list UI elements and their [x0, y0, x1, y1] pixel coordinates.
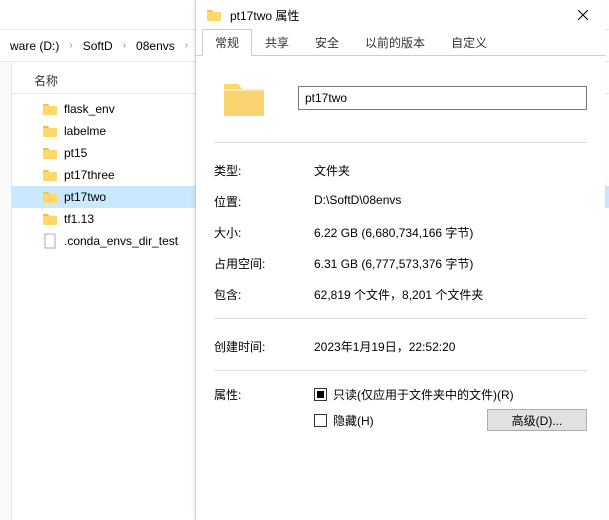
folder-icon [42, 123, 58, 139]
titlebar: pt17two 属性 [196, 0, 605, 30]
divider [214, 318, 587, 319]
properties-dialog: pt17two 属性 常规 共享 安全 以前的版本 自定义 类型:文件夹 位置:… [195, 0, 605, 520]
file-name: pt17two [64, 190, 106, 204]
folder-icon [42, 145, 58, 161]
folder-icon [206, 7, 222, 23]
folder-icon [220, 74, 268, 122]
folder-icon [42, 167, 58, 183]
file-name: labelme [64, 124, 106, 138]
breadcrumb-seg[interactable]: ware (D:) [4, 35, 65, 57]
tabstrip: 常规 共享 安全 以前的版本 自定义 [196, 30, 605, 56]
close-icon [578, 10, 588, 20]
tab-previous-versions[interactable]: 以前的版本 [352, 29, 438, 55]
chevron-right-icon: › [69, 40, 72, 51]
folder-icon [42, 101, 58, 117]
value-created: 2023年1月19日，22:52:20 [314, 338, 587, 355]
value-size: 6.22 GB (6,680,734,166 字节) [314, 224, 587, 241]
tab-content: 类型:文件夹 位置:D:\SoftD\08envs 大小:6.22 GB (6,… [196, 56, 605, 444]
chevron-right-icon: › [185, 40, 188, 51]
tab-security[interactable]: 安全 [302, 29, 352, 55]
label-created: 创建时间: [214, 338, 314, 355]
value-size-on-disk: 6.31 GB (6,777,573,376 字节) [314, 255, 587, 272]
file-name: tf1.13 [64, 212, 94, 226]
folder-icon [42, 211, 58, 227]
folder-name-input[interactable] [298, 86, 587, 110]
divider [214, 142, 587, 143]
file-name: flask_env [64, 102, 115, 116]
readonly-checkbox[interactable] [314, 388, 327, 401]
label-location: 位置: [214, 193, 314, 210]
readonly-label: 只读(仅应用于文件夹中的文件)(R) [333, 386, 514, 403]
tab-customize[interactable]: 自定义 [438, 29, 500, 55]
divider [214, 370, 587, 371]
hidden-checkbox[interactable] [314, 414, 327, 427]
hidden-label: 隐藏(H) [333, 412, 374, 429]
file-icon [42, 233, 58, 249]
label-size-on-disk: 占用空间: [214, 255, 314, 272]
folder-icon [42, 189, 58, 205]
breadcrumb-seg[interactable]: SoftD [77, 35, 119, 57]
breadcrumb-seg[interactable]: 08envs [130, 35, 181, 57]
value-type: 文件夹 [314, 162, 587, 179]
label-attributes: 属性: [214, 386, 314, 403]
nav-pane [0, 62, 12, 520]
label-type: 类型: [214, 162, 314, 179]
label-contains: 包含: [214, 286, 314, 303]
chevron-right-icon: › [123, 40, 126, 51]
dialog-title: pt17two 属性 [230, 7, 560, 24]
file-name: pt15 [64, 146, 87, 160]
value-contains: 62,819 个文件，8,201 个文件夹 [314, 286, 587, 303]
file-name: .conda_envs_dir_test [64, 234, 178, 248]
file-name: pt17three [64, 168, 115, 182]
close-button[interactable] [560, 0, 605, 30]
column-header-label: 名称 [34, 72, 58, 89]
tab-general[interactable]: 常规 [202, 29, 252, 56]
tab-sharing[interactable]: 共享 [252, 29, 302, 55]
advanced-button[interactable]: 高级(D)... [487, 409, 587, 431]
value-location: D:\SoftD\08envs [314, 193, 587, 207]
label-size: 大小: [214, 224, 314, 241]
